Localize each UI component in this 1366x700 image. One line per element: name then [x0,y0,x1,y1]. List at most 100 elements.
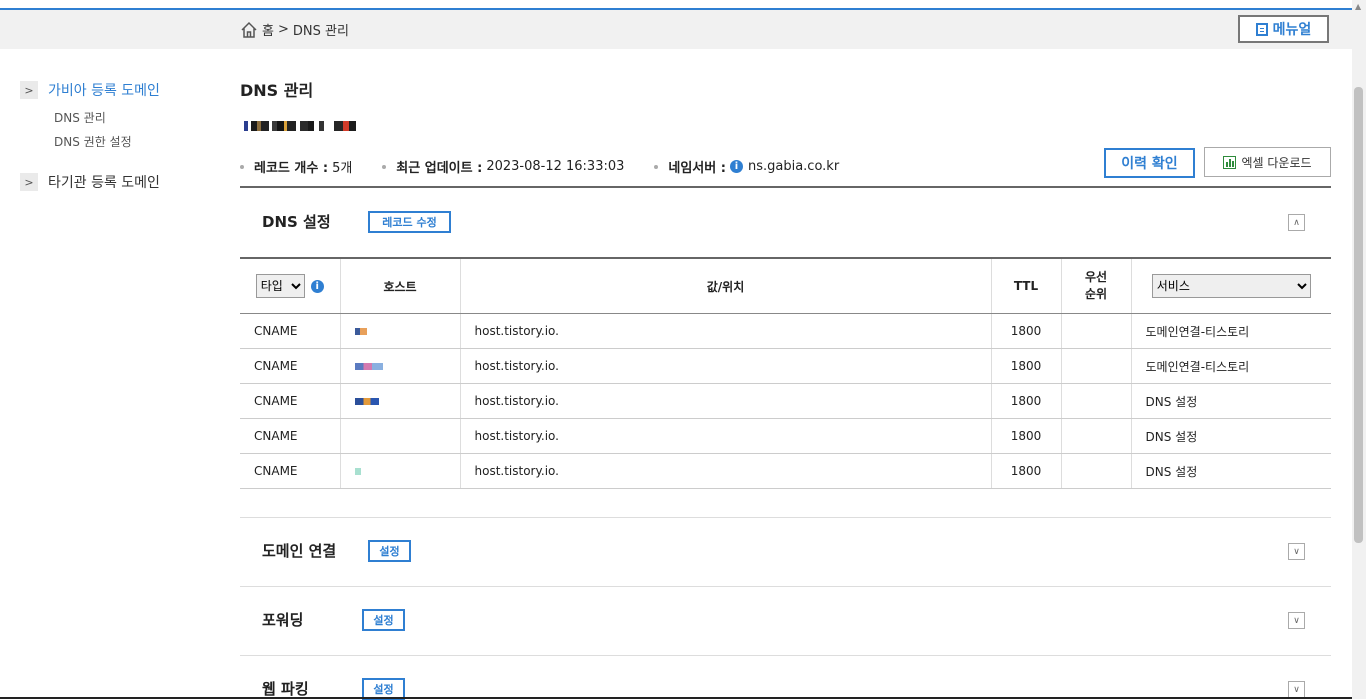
table-row: CNAME host.tistory.io. 1800 DNS 설정 [240,383,1331,419]
column-priority: 우선 순위 [1060,257,1131,314]
home-icon[interactable] [240,21,258,39]
record-host [339,418,460,454]
record-type: CNAME [240,418,340,454]
manual-label: 메뉴얼 [1272,22,1312,38]
expand-chevron-down-icon[interactable]: ∨ [1288,681,1305,698]
chevron-right-icon: > [20,173,38,191]
section-divider [240,655,1331,656]
record-count: 레코드 개수 : 5개 [240,157,352,176]
last-updated: 최근 업데이트 : 2023-08-12 16:33:03 [382,157,624,176]
record-priority [1060,453,1131,489]
collapse-chevron-up-icon[interactable]: ∧ [1288,214,1305,231]
header-divider [240,186,1331,188]
record-type: CNAME [240,348,340,384]
record-type: CNAME [240,453,340,489]
dns-records-table: 타입 i 호스트 값/위치 TTL 우선 순위 서비스 CNAME host.ti… [240,257,1331,489]
info-icon[interactable]: i [310,279,324,293]
record-ttl: 1800 [990,313,1061,349]
info-icon[interactable]: i [729,160,743,173]
table-row: CNAME host.tistory.io. 1800 도메인연결-티스토리 [240,348,1331,384]
expand-chevron-down-icon[interactable]: ∨ [1288,543,1305,560]
last-updated-label: 최근 업데이트 : [396,161,483,176]
record-count-value: 5개 [332,161,353,176]
manual-button[interactable]: 메뉴얼 [1238,15,1329,43]
excel-download-label: 엑셀 다운로드 [1241,155,1312,170]
column-type: 타입 i [240,257,340,314]
table-row: CNAME host.tistory.io. 1800 도메인연결-티스토리 [240,313,1331,349]
domain-connect-settings-button[interactable]: 설정 [368,540,411,562]
breadcrumb-current: DNS 관리 [292,24,349,39]
redacted-host [354,468,361,475]
record-value: host.tistory.io. [459,383,991,419]
sidebar-item-gabia-domains[interactable]: > 가비아 등록 도메인 [20,80,160,100]
record-host [339,453,460,489]
edit-records-button[interactable]: 레코드 수정 [368,211,451,233]
type-filter-select[interactable]: 타입 [255,274,305,298]
table-header-row: 타입 i 호스트 값/위치 TTL 우선 순위 서비스 [240,257,1331,314]
scrollbar-thumb[interactable] [1354,87,1363,543]
nameserver-value: ns.gabia.co.kr [747,159,840,174]
scroll-up-arrow-icon[interactable]: ▲ [1355,2,1361,11]
breadcrumb-separator: > [277,22,289,37]
redacted-host [354,328,367,335]
record-service: DNS 설정 [1130,418,1331,454]
service-filter-select[interactable]: 서비스 [1151,274,1311,298]
redacted-host [354,363,383,370]
history-button[interactable]: 이력 확인 [1104,148,1195,178]
record-host [339,313,460,349]
sidebar-group-label: 가비아 등록 도메인 [48,83,160,99]
bar-chart-icon [1223,155,1237,169]
record-priority [1060,418,1131,454]
nameserver-label: 네임서버 : [668,161,726,176]
section-divider [240,586,1331,587]
forwarding-settings-button[interactable]: 설정 [362,609,405,631]
record-ttl: 1800 [990,418,1061,454]
record-ttl: 1800 [990,348,1061,384]
sidebar-group-label: 타기관 등록 도메인 [48,175,160,191]
chevron-right-icon: > [20,81,38,99]
domain-connect-title: 도메인 연결 [262,542,337,560]
record-host [339,383,460,419]
record-value: host.tistory.io. [459,313,991,349]
table-row: CNAME host.tistory.io. 1800 DNS 설정 [240,453,1331,489]
record-ttl: 1800 [990,453,1061,489]
redacted-domain-name [244,121,356,131]
record-ttl: 1800 [990,383,1061,419]
record-service: 도메인연결-티스토리 [1130,313,1331,349]
column-service: 서비스 [1130,257,1331,314]
record-priority [1060,348,1131,384]
record-type: CNAME [240,383,340,419]
sidebar-item-dns-permission[interactable]: DNS 권한 설정 [54,133,132,150]
column-host: 호스트 [339,257,460,314]
record-host [339,348,460,384]
web-parking-title: 웹 파킹 [262,680,309,698]
forwarding-title: 포워딩 [262,611,304,629]
record-service: DNS 설정 [1130,383,1331,419]
page-title: DNS 관리 [240,81,314,100]
bullet-icon [654,164,659,169]
top-bar [0,10,1352,49]
record-value: host.tistory.io. [459,453,991,489]
column-value: 값/위치 [459,257,991,314]
nameserver: 네임서버 : i ns.gabia.co.kr [654,157,839,176]
expand-chevron-down-icon[interactable]: ∨ [1288,612,1305,629]
breadcrumb: 홈 > DNS 관리 [240,20,349,39]
breadcrumb-home[interactable]: 홈 [262,20,274,39]
record-count-label: 레코드 개수 : [254,161,329,176]
sidebar-item-other-domains[interactable]: > 타기관 등록 도메인 [20,172,160,192]
table-row: CNAME host.tistory.io. 1800 DNS 설정 [240,418,1331,454]
excel-download-button[interactable]: 엑셀 다운로드 [1204,147,1331,177]
record-priority [1060,383,1131,419]
document-icon [1255,22,1268,36]
bullet-icon [240,164,244,169]
record-value: host.tistory.io. [459,418,991,454]
sidebar-item-dns-manage[interactable]: DNS 관리 [54,109,106,126]
domain-info: 레코드 개수 : 5개 최근 업데이트 : 2023-08-12 16:33:0… [240,157,869,176]
record-service: 도메인연결-티스토리 [1130,348,1331,384]
column-ttl: TTL [990,257,1061,314]
dns-settings-title: DNS 설정 [262,213,331,231]
last-updated-value: 2023-08-12 16:33:03 [486,159,625,174]
bullet-icon [382,164,387,169]
record-service: DNS 설정 [1130,453,1331,489]
record-priority [1060,313,1131,349]
